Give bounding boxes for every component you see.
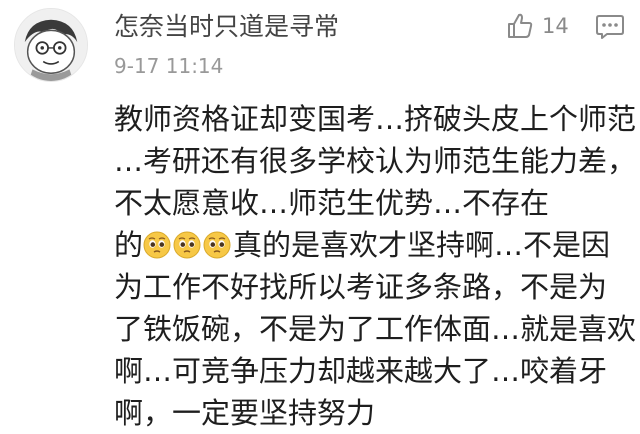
comment-line: 不太愿意收…师范生优势…不存在 [114,186,550,220]
comment-card: 怎奈当时只道是寻常 9-17 11:14 14 教师资格证却变国考…挤破头皮上个… [0,0,640,430]
cartoon-face-avatar-icon [15,9,87,81]
like-count: 14 [542,14,569,38]
thumbs-up-icon [506,12,534,40]
speech-bubble-icon [596,15,624,39]
pleading-face-emoji-icon [143,231,171,259]
comment-line-prefix: 的 [114,228,144,262]
comment-line: 教师资格证却变国考…挤破头皮上个师范 [114,102,637,136]
pleading-face-emoji-icon [173,231,201,259]
comment-line: 了铁饭碗，不是为了工作体面…就是喜欢 [114,312,637,346]
comment-timestamp: 9-17 11:14 [114,54,224,78]
pleading-face-emoji-icon [203,231,231,259]
user-avatar[interactable] [14,8,88,82]
username[interactable]: 怎奈当时只道是寻常 [114,10,339,44]
comment-line-with-emoji: 的 真的是喜欢才坚持啊…不是因 [114,224,634,266]
comment-line: …考研还有很多学校认为师范生能力差， [114,144,637,178]
comment-line-suffix: 真的是喜欢才坚持啊…不是因 [233,228,611,262]
like-button[interactable]: 14 [506,8,576,44]
reply-button[interactable] [594,10,626,42]
comment-line: 为工作不好找所以考证多条路，不是为 [114,270,608,304]
comment-body: 教师资格证却变国考…挤破头皮上个师范 …考研还有很多学校认为师范生能力差， 不太… [114,98,637,434]
comment-line: 啊，一定要坚持努力 [114,396,376,430]
comment-line: 啊…可竞争压力却越来越大了…咬着牙 [114,354,608,388]
